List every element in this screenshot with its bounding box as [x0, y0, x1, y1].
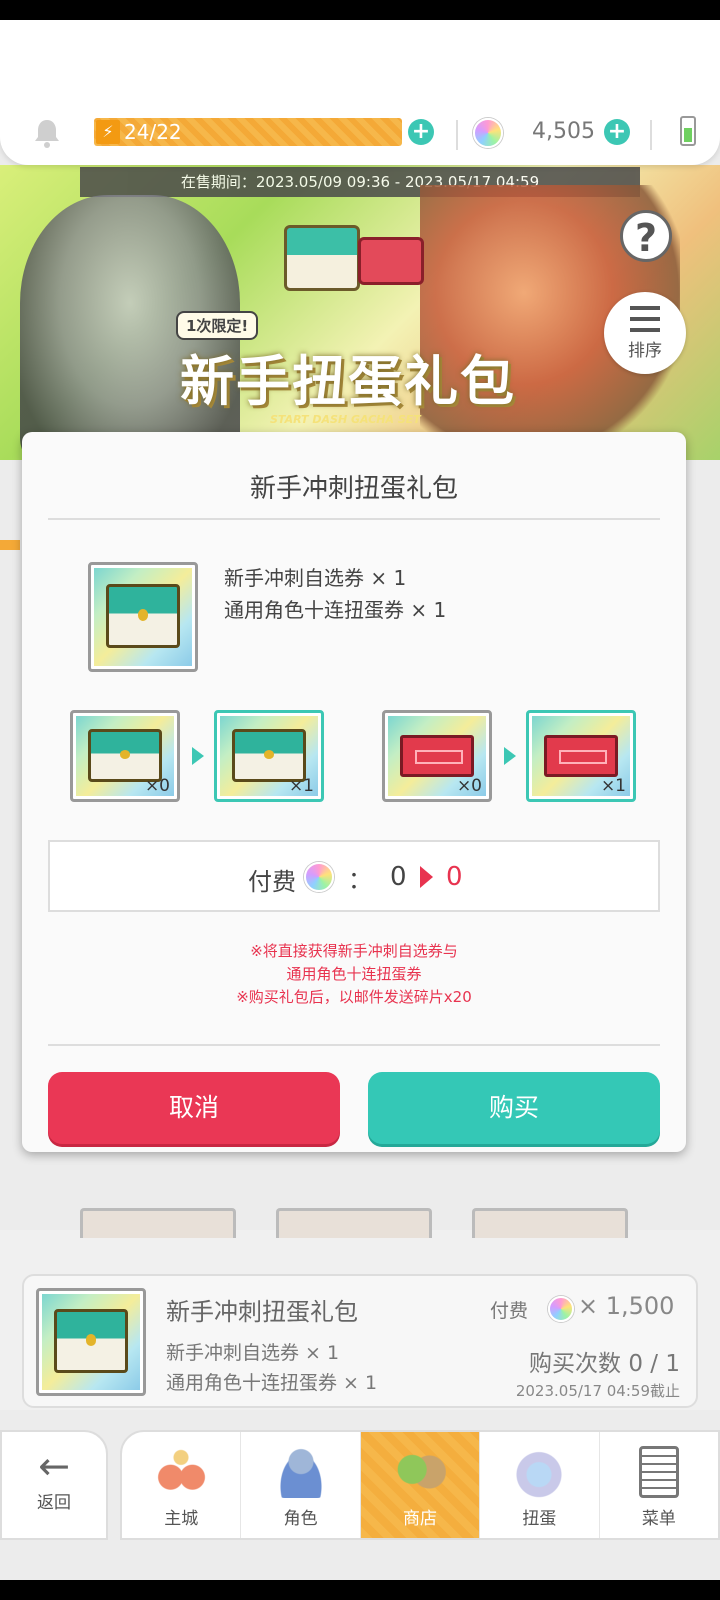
deadline: 2023.05/17 04:59截止 — [515, 1382, 680, 1400]
product-price: × 1,500 — [578, 1292, 675, 1320]
gem-icon — [473, 118, 503, 148]
content-line-2: 通用角色十连扭蛋券 × 1 — [224, 598, 447, 622]
resource-bar: ⚡ 24/22 + 4,505 + — [0, 20, 720, 165]
package-icon — [88, 562, 198, 672]
list-edge — [0, 540, 20, 550]
price-after: 0 — [446, 862, 463, 892]
tab-characters[interactable]: 角色 — [241, 1432, 361, 1538]
red-ticket-icon — [543, 735, 619, 777]
cancel-button[interactable]: 取消 — [48, 1072, 340, 1144]
arrow-right-icon — [192, 747, 204, 765]
price-label: 付费 — [248, 868, 296, 896]
sort-icon — [630, 306, 660, 332]
tab-gacha[interactable]: 扭蛋 — [480, 1432, 600, 1538]
question-icon[interactable]: ? — [620, 210, 672, 262]
envelope-icon — [53, 1309, 129, 1373]
nav-tabs: 主城 角色 商店 扭蛋 菜单 — [120, 1430, 720, 1540]
count-before: ×0 — [144, 776, 170, 796]
divider — [456, 120, 458, 150]
bell-icon[interactable] — [30, 116, 64, 150]
sort-button[interactable]: 排序 — [604, 292, 686, 374]
back-arrow-icon: ← — [38, 1444, 70, 1488]
battery-icon — [680, 116, 696, 146]
ticket-before-tile: ×0 — [70, 710, 180, 802]
limit-tag: 1次限定! — [176, 311, 259, 340]
envelope-icon — [87, 728, 163, 782]
back-button[interactable]: ← 返回 — [0, 1430, 108, 1540]
package-icon — [36, 1288, 146, 1396]
ticket-after-tile: ×1 — [214, 710, 324, 802]
divider — [48, 518, 660, 520]
count-before: ×0 — [456, 776, 482, 796]
note-line: ※购买礼包后，以邮件发送碎片x20 — [236, 988, 472, 1006]
divider — [48, 1044, 660, 1046]
purchase-dialog: 新手冲刺扭蛋礼包 新手冲刺自选券 × 1 通用角色十连扭蛋券 × 1 ×0 ×1… — [22, 432, 686, 1152]
content-line-1: 新手冲刺自选券 × 1 — [224, 566, 407, 590]
note-line: ※将直接获得新手冲刺自选券与 — [250, 942, 458, 960]
price-before: 0 — [390, 862, 407, 892]
stamina-bar: ⚡ 24/22 — [94, 118, 402, 146]
envelope-icon — [105, 583, 181, 649]
tab-label: 主城 — [164, 1509, 199, 1529]
envelope-icon — [231, 728, 307, 782]
price-box: 付费 ： 0 0 — [48, 840, 660, 912]
note-line: 通用角色十连扭蛋券 — [286, 965, 422, 983]
back-label: 返回 — [37, 1493, 71, 1513]
gem-count: 4,505 — [532, 119, 595, 144]
count-after: ×1 — [600, 776, 626, 796]
shop-item-tile[interactable] — [472, 1208, 628, 1238]
arrow-right-icon — [420, 866, 433, 888]
product-content-1: 新手冲刺自选券 × 1 — [166, 1342, 340, 1364]
tab-label: 角色 — [283, 1509, 318, 1529]
red-ticket-icon — [399, 735, 475, 777]
tab-label: 菜单 — [641, 1509, 676, 1529]
castle-icon — [155, 1446, 208, 1498]
tab-label: 商店 — [403, 1509, 438, 1529]
product-price-label: 付费 — [490, 1300, 529, 1322]
tab-home[interactable]: 主城 — [122, 1432, 242, 1538]
price-colon: ： — [348, 866, 372, 894]
system-bar — [0, 1560, 720, 1580]
product-content-2: 通用角色十连扭蛋券 × 1 — [166, 1372, 378, 1394]
lightning-icon: ⚡ — [96, 120, 120, 144]
add-gems-button[interactable]: + — [604, 119, 630, 145]
buy-button[interactable]: 购买 — [368, 1072, 660, 1144]
menu-list-icon — [638, 1446, 679, 1498]
gacha-icon — [513, 1446, 566, 1498]
gem-icon — [548, 1296, 574, 1322]
red-ticket-icon — [358, 237, 424, 285]
divider — [650, 120, 652, 150]
add-stamina-button[interactable]: + — [408, 119, 434, 145]
dialog-title: 新手冲刺扭蛋礼包 — [249, 474, 458, 504]
shop-item-tile[interactable] — [276, 1208, 432, 1238]
envelope-ticket-icon — [284, 225, 360, 291]
shop-item-tile[interactable] — [80, 1208, 236, 1238]
product-info-card: 新手冲刺扭蛋礼包 付费 × 1,500 新手冲刺自选券 × 1 通用角色十连扭蛋… — [22, 1274, 698, 1408]
gem-icon — [304, 862, 334, 892]
ticket-after-tile: ×1 — [526, 710, 636, 802]
ticket-before-tile: ×0 — [382, 710, 492, 802]
count-after: ×1 — [288, 776, 314, 796]
tab-label: 扭蛋 — [522, 1509, 557, 1529]
bottom-nav: ← 返回 主城 角色 商店 扭蛋 菜单 — [0, 1420, 720, 1540]
banner-subtitle: START DASH GACHA SET — [270, 413, 421, 426]
purchase-count: 购买次数 0 / 1 — [529, 1351, 680, 1377]
stamina-value: 24/22 — [124, 120, 182, 144]
arrow-right-icon — [504, 747, 516, 765]
sort-label: 排序 — [628, 341, 662, 361]
tab-shop[interactable]: 商店 — [360, 1432, 481, 1538]
product-name: 新手冲刺扭蛋礼包 — [166, 1298, 358, 1326]
shop-bag-icon — [394, 1446, 447, 1498]
game-screen: ⚡ 24/22 + 4,505 + 在售期间：2023.05/09 09:36 … — [0, 20, 720, 1580]
character-icon — [274, 1446, 327, 1498]
tab-menu[interactable]: 菜单 — [600, 1432, 718, 1538]
banner-title: 新手扭蛋礼包 — [180, 350, 516, 413]
purchase-notes: ※将直接获得新手冲刺自选券与 通用角色十连扭蛋券 ※购买礼包后，以邮件发送碎片x… — [22, 940, 686, 1009]
